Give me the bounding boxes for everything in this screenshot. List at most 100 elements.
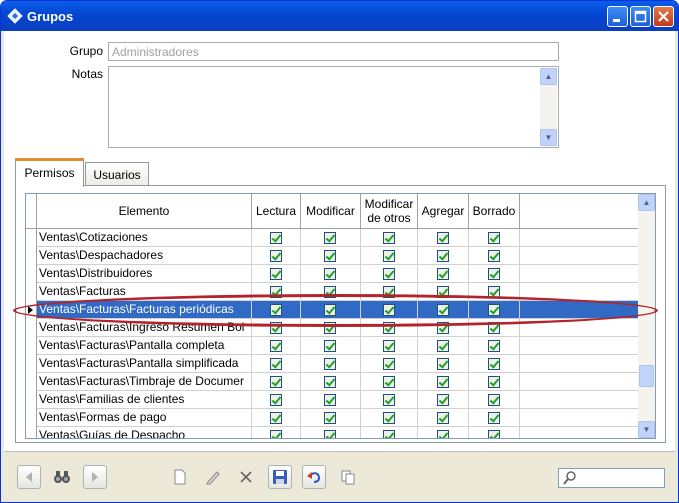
maximize-button[interactable]: [630, 6, 651, 27]
modificar-checkbox[interactable]: [324, 358, 336, 370]
row-header[interactable]: [26, 283, 37, 301]
agregar-checkbox[interactable]: [437, 340, 449, 352]
elemento-cell[interactable]: Ventas\Facturas\Pantalla simplificada: [37, 355, 252, 373]
elemento-cell[interactable]: Ventas\Facturas\Timbraje de Documer: [37, 373, 252, 391]
agregar-checkbox[interactable]: [437, 394, 449, 406]
table-row[interactable]: Ventas\Cotizaciones: [26, 229, 640, 247]
lectura-checkbox[interactable]: [270, 412, 282, 424]
borrado-checkbox[interactable]: [488, 232, 500, 244]
modificar-checkbox[interactable]: [324, 340, 336, 352]
header-lectura[interactable]: Lectura: [252, 194, 301, 228]
elemento-cell[interactable]: Ventas\Distribuidores: [37, 265, 252, 283]
edit-button[interactable]: [201, 465, 225, 489]
agregar-checkbox[interactable]: [437, 232, 449, 244]
table-row[interactable]: Ventas\Formas de pago: [26, 409, 640, 427]
scroll-thumb[interactable]: [639, 365, 654, 387]
lectura-checkbox[interactable]: [270, 340, 282, 352]
modificar-checkbox[interactable]: [324, 232, 336, 244]
header-borrado[interactable]: Borrado: [469, 194, 520, 228]
agregar-checkbox[interactable]: [437, 268, 449, 280]
row-header[interactable]: [26, 265, 37, 283]
minimize-button[interactable]: [607, 6, 628, 27]
elemento-cell[interactable]: Ventas\Guías de Despacho: [37, 427, 252, 438]
modificar-checkbox[interactable]: [324, 376, 336, 388]
modificar-checkbox[interactable]: [324, 268, 336, 280]
notas-textarea[interactable]: ▲ ▼: [108, 66, 559, 148]
agregar-checkbox[interactable]: [437, 250, 449, 262]
modificar-otros-checkbox[interactable]: [383, 340, 395, 352]
search-input[interactable]: [558, 468, 665, 488]
header-modificar-otros[interactable]: Modificar de otros: [361, 194, 418, 228]
borrado-checkbox[interactable]: [488, 430, 500, 438]
notas-scrollbar[interactable]: ▲ ▼: [540, 68, 557, 146]
lectura-checkbox[interactable]: [270, 268, 282, 280]
modificar-otros-checkbox[interactable]: [383, 250, 395, 262]
row-header[interactable]: [26, 319, 37, 337]
table-row[interactable]: Ventas\Despachadores: [26, 247, 640, 265]
elemento-cell[interactable]: Ventas\Cotizaciones: [37, 229, 252, 247]
row-header[interactable]: [26, 391, 37, 409]
lectura-checkbox[interactable]: [270, 232, 282, 244]
agregar-checkbox[interactable]: [437, 358, 449, 370]
scroll-up-icon[interactable]: ▲: [638, 194, 655, 211]
grupo-field[interactable]: Administradores: [108, 42, 559, 61]
modificar-otros-checkbox[interactable]: [383, 232, 395, 244]
tab-permisos[interactable]: Permisos: [15, 158, 84, 187]
modificar-otros-checkbox[interactable]: [383, 268, 395, 280]
find-button[interactable]: [50, 465, 74, 489]
elemento-cell[interactable]: Ventas\Familias de clientes: [37, 391, 252, 409]
lectura-checkbox[interactable]: [270, 430, 282, 438]
scroll-down-icon[interactable]: ▼: [638, 421, 655, 438]
table-row[interactable]: Ventas\Facturas\Pantalla completa: [26, 337, 640, 355]
borrado-checkbox[interactable]: [488, 376, 500, 388]
table-row[interactable]: Ventas\Familias de clientes: [26, 391, 640, 409]
tab-usuarios[interactable]: Usuarios: [85, 162, 149, 186]
table-row[interactable]: Ventas\Facturas\Timbraje de Documer: [26, 373, 640, 391]
modificar-otros-checkbox[interactable]: [383, 430, 395, 438]
modificar-checkbox[interactable]: [324, 430, 336, 438]
modificar-checkbox[interactable]: [324, 412, 336, 424]
elemento-cell[interactable]: Ventas\Despachadores: [37, 247, 252, 265]
row-header[interactable]: [26, 337, 37, 355]
row-header[interactable]: [26, 373, 37, 391]
borrado-checkbox[interactable]: [488, 250, 500, 262]
modificar-checkbox[interactable]: [324, 394, 336, 406]
header-modificar[interactable]: Modificar: [301, 194, 361, 228]
modificar-otros-checkbox[interactable]: [383, 358, 395, 370]
copy-button[interactable]: [336, 465, 360, 489]
row-header[interactable]: [26, 247, 37, 265]
modificar-checkbox[interactable]: [324, 250, 336, 262]
close-button[interactable]: [653, 6, 674, 27]
elemento-cell[interactable]: Ventas\Facturas\Pantalla completa: [37, 337, 252, 355]
new-button[interactable]: [168, 465, 192, 489]
borrado-checkbox[interactable]: [488, 394, 500, 406]
row-header[interactable]: [26, 229, 37, 247]
modificar-otros-checkbox[interactable]: [383, 394, 395, 406]
elemento-cell[interactable]: Ventas\Formas de pago: [37, 409, 252, 427]
modificar-otros-checkbox[interactable]: [383, 412, 395, 424]
table-row[interactable]: Ventas\Distribuidores: [26, 265, 640, 283]
lectura-checkbox[interactable]: [270, 250, 282, 262]
header-elemento[interactable]: Elemento: [37, 194, 252, 228]
table-row[interactable]: Ventas\Facturas\Pantalla simplificada: [26, 355, 640, 373]
borrado-checkbox[interactable]: [488, 268, 500, 280]
borrado-checkbox[interactable]: [488, 412, 500, 424]
lectura-checkbox[interactable]: [270, 358, 282, 370]
next-button[interactable]: [83, 465, 107, 489]
row-header[interactable]: [26, 355, 37, 373]
save-button[interactable]: [268, 465, 292, 489]
modificar-otros-checkbox[interactable]: [383, 376, 395, 388]
borrado-checkbox[interactable]: [488, 358, 500, 370]
scroll-up-icon[interactable]: ▲: [540, 68, 557, 85]
first-button[interactable]: [17, 465, 41, 489]
agregar-checkbox[interactable]: [437, 430, 449, 438]
row-header[interactable]: [26, 409, 37, 427]
row-header[interactable]: [26, 427, 37, 438]
agregar-checkbox[interactable]: [437, 376, 449, 388]
header-agregar[interactable]: Agregar: [418, 194, 469, 228]
scroll-down-icon[interactable]: ▼: [540, 129, 557, 146]
delete-button[interactable]: [234, 465, 258, 489]
lectura-checkbox[interactable]: [270, 394, 282, 406]
title-bar[interactable]: Grupos: [1, 1, 678, 31]
grid-scrollbar[interactable]: ▲ ▼: [638, 194, 655, 438]
